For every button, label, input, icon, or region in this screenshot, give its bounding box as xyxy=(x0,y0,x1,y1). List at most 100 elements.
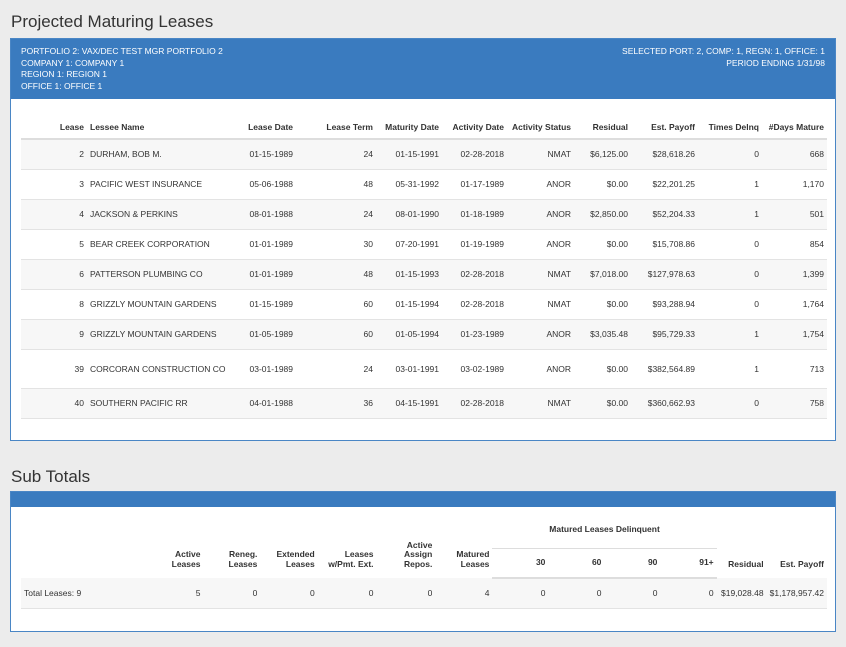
leases-table: Lease Lessee Name Lease Date Lease Term … xyxy=(21,115,827,419)
header-matured-leases: Matured Leases xyxy=(456,549,490,569)
total-residual: $19,028.48 xyxy=(716,578,767,609)
col-header-maturity-date[interactable]: Maturity Date xyxy=(376,115,442,140)
activity-date-cell: 01-17-1989 xyxy=(442,169,507,200)
est-payoff-cell: $360,662.93 xyxy=(631,388,698,419)
lease-term-cell: 24 xyxy=(296,349,376,389)
times-delnq-cell: 0 xyxy=(698,259,762,290)
maturity-date-cell: 01-15-1991 xyxy=(376,139,442,170)
lease-number-cell: 39 xyxy=(21,349,87,389)
col-header-lease[interactable]: Lease xyxy=(21,115,87,140)
lease-date-cell: 01-01-1989 xyxy=(239,229,296,260)
header-leases-pmt-ext: Leases w/Pmt. Ext. xyxy=(328,549,374,569)
table-row[interactable]: 4 JACKSON & PERKINS 08-01-1988 24 08-01-1990… xyxy=(21,199,827,230)
maturity-date-cell: 05-31-1992 xyxy=(376,169,442,200)
subtotals-group-row: Active Leases Reneg. Leases Extended Lea… xyxy=(21,520,827,568)
lease-term-cell: 24 xyxy=(296,139,376,170)
residual-cell: $0.00 xyxy=(574,388,631,419)
residual-cell: $3,035.48 xyxy=(574,319,631,350)
header-91-plus: 91+ xyxy=(660,547,717,579)
col-header-days-mature[interactable]: #Days Mature xyxy=(762,115,827,140)
period-label: PERIOD ENDING 1/31/98 xyxy=(726,57,825,68)
lease-number-cell: 2 xyxy=(21,139,87,170)
total-d91: 0 xyxy=(660,578,717,609)
lease-date-cell: 05-06-1988 xyxy=(239,169,296,200)
table-row[interactable]: 2 DURHAM, BOB M. 01-15-1989 24 01-15-1991 02-… xyxy=(21,139,827,170)
lease-date-cell: 01-15-1989 xyxy=(239,289,296,320)
residual-cell: $7,018.00 xyxy=(574,259,631,290)
table-row[interactable]: 3 PACIFIC WEST INSURANCE 05-06-1988 48 05-31… xyxy=(21,169,827,200)
est-payoff-cell: $95,729.33 xyxy=(631,319,698,350)
col-header-residual[interactable]: Residual xyxy=(574,115,631,140)
residual-cell: $6,125.00 xyxy=(574,139,631,170)
report-header: PORTFOLIO 2: VAX/DEC TEST MGR PORTFOLIO … xyxy=(11,39,835,99)
total-leases-pmt: 0 xyxy=(317,578,377,609)
maturity-date-cell: 08-01-1990 xyxy=(376,199,442,230)
table-row[interactable]: 40 SOUTHERN PACIFIC RR 04-01-1988 36 04-15-1… xyxy=(21,388,827,419)
times-delnq-cell: 1 xyxy=(698,349,762,389)
activity-status-cell: NMAT xyxy=(507,259,574,290)
table-row[interactable]: 5 BEAR CREEK CORPORATION 01-01-1989 30 07-20… xyxy=(21,229,827,260)
activity-status-cell: ANOR xyxy=(507,229,574,260)
header-est-payoff: Est. Payoff xyxy=(780,558,824,569)
leases-table-body: 2 DURHAM, BOB M. 01-15-1989 24 01-15-1991 02-… xyxy=(21,139,827,419)
table-row[interactable]: 39 CORCORAN CONSTRUCTION CO 03-01-1989 24 03… xyxy=(21,349,827,389)
activity-status-cell: NMAT xyxy=(507,388,574,419)
col-header-activity-status[interactable]: Activity Status xyxy=(507,115,574,140)
lease-term-cell: 36 xyxy=(296,388,376,419)
table-row[interactable]: 9 GRIZZLY MOUNTAIN GARDENS 01-05-1989 60 01-… xyxy=(21,319,827,350)
total-extended: 0 xyxy=(260,578,318,609)
maturity-date-cell: 03-01-1991 xyxy=(376,349,442,389)
lessee-name-cell: PACIFIC WEST INSURANCE xyxy=(87,169,239,200)
maturity-date-cell: 01-15-1993 xyxy=(376,259,442,290)
times-delnq-cell: 1 xyxy=(698,169,762,200)
lessee-name-cell: SOUTHERN PACIFIC RR xyxy=(87,388,239,419)
total-active-assign: 0 xyxy=(376,578,436,609)
lease-number-cell: 8 xyxy=(21,289,87,320)
total-matured: 4 xyxy=(435,578,493,609)
total-d60: 0 xyxy=(548,578,605,609)
times-delnq-cell: 1 xyxy=(698,199,762,230)
lease-number-cell: 9 xyxy=(21,319,87,350)
days-mature-cell: 1,399 xyxy=(762,259,827,290)
header-extended-leases: Extended Leases xyxy=(276,549,315,569)
col-header-lease-term[interactable]: Lease Term xyxy=(296,115,376,140)
col-header-activity-date[interactable]: Activity Date xyxy=(442,115,507,140)
header-30: 30 xyxy=(492,547,549,579)
col-header-lessee[interactable]: Lessee Name xyxy=(87,115,239,140)
days-mature-cell: 1,764 xyxy=(762,289,827,320)
page-title: Projected Maturing Leases xyxy=(11,12,214,31)
activity-status-cell: ANOR xyxy=(507,349,574,389)
lessee-name-cell: DURHAM, BOB M. xyxy=(87,139,239,170)
col-header-times-delnq[interactable]: Times Delnq xyxy=(698,115,762,140)
lessee-name-cell: JACKSON & PERKINS xyxy=(87,199,239,230)
header-reneg-leases: Reneg. Leases xyxy=(228,549,258,569)
header-residual: Residual xyxy=(728,558,764,569)
selection-label: SELECTED PORT: 2, COMP: 1, REGN: 1, OFFI… xyxy=(622,46,825,56)
times-delnq-cell: 0 xyxy=(698,229,762,260)
residual-cell: $0.00 xyxy=(574,169,631,200)
lessee-name-cell: GRIZZLY MOUNTAIN GARDENS xyxy=(87,319,239,350)
table-row[interactable]: 6 PATTERSON PLUMBING CO 01-01-1989 48 01-15-… xyxy=(21,259,827,290)
est-payoff-cell: $382,564.89 xyxy=(631,349,698,389)
lease-term-cell: 60 xyxy=(296,289,376,320)
subtotals-title: Sub Totals xyxy=(11,467,91,486)
lease-number-cell: 3 xyxy=(21,169,87,200)
activity-date-cell: 02-28-2018 xyxy=(442,139,507,170)
header-delinquent-group: Matured Leases Delinquent xyxy=(549,524,660,534)
region-label: REGION 1: REGION 1 xyxy=(21,69,107,79)
maturity-date-cell: 01-15-1994 xyxy=(376,289,442,320)
header-active-assign-repos: Active Assign Repos. xyxy=(403,539,433,569)
lessee-name-cell: BEAR CREEK CORPORATION xyxy=(87,229,239,260)
days-mature-cell: 713 xyxy=(762,349,827,389)
days-mature-cell: 1,754 xyxy=(762,319,827,350)
days-mature-cell: 1,170 xyxy=(762,169,827,200)
portfolio-label: PORTFOLIO 2: VAX/DEC TEST MGR PORTFOLIO … xyxy=(21,46,223,56)
days-mature-cell: 668 xyxy=(762,139,827,170)
est-payoff-cell: $15,708.86 xyxy=(631,229,698,260)
col-header-lease-date[interactable]: Lease Date xyxy=(239,115,296,140)
col-header-payoff[interactable]: Est. Payoff xyxy=(631,115,698,140)
table-row[interactable]: 8 GRIZZLY MOUNTAIN GARDENS 01-15-1989 60 01-… xyxy=(21,289,827,320)
est-payoff-cell: $93,288.94 xyxy=(631,289,698,320)
residual-cell: $0.00 xyxy=(574,229,631,260)
header-60: 60 xyxy=(548,547,605,579)
